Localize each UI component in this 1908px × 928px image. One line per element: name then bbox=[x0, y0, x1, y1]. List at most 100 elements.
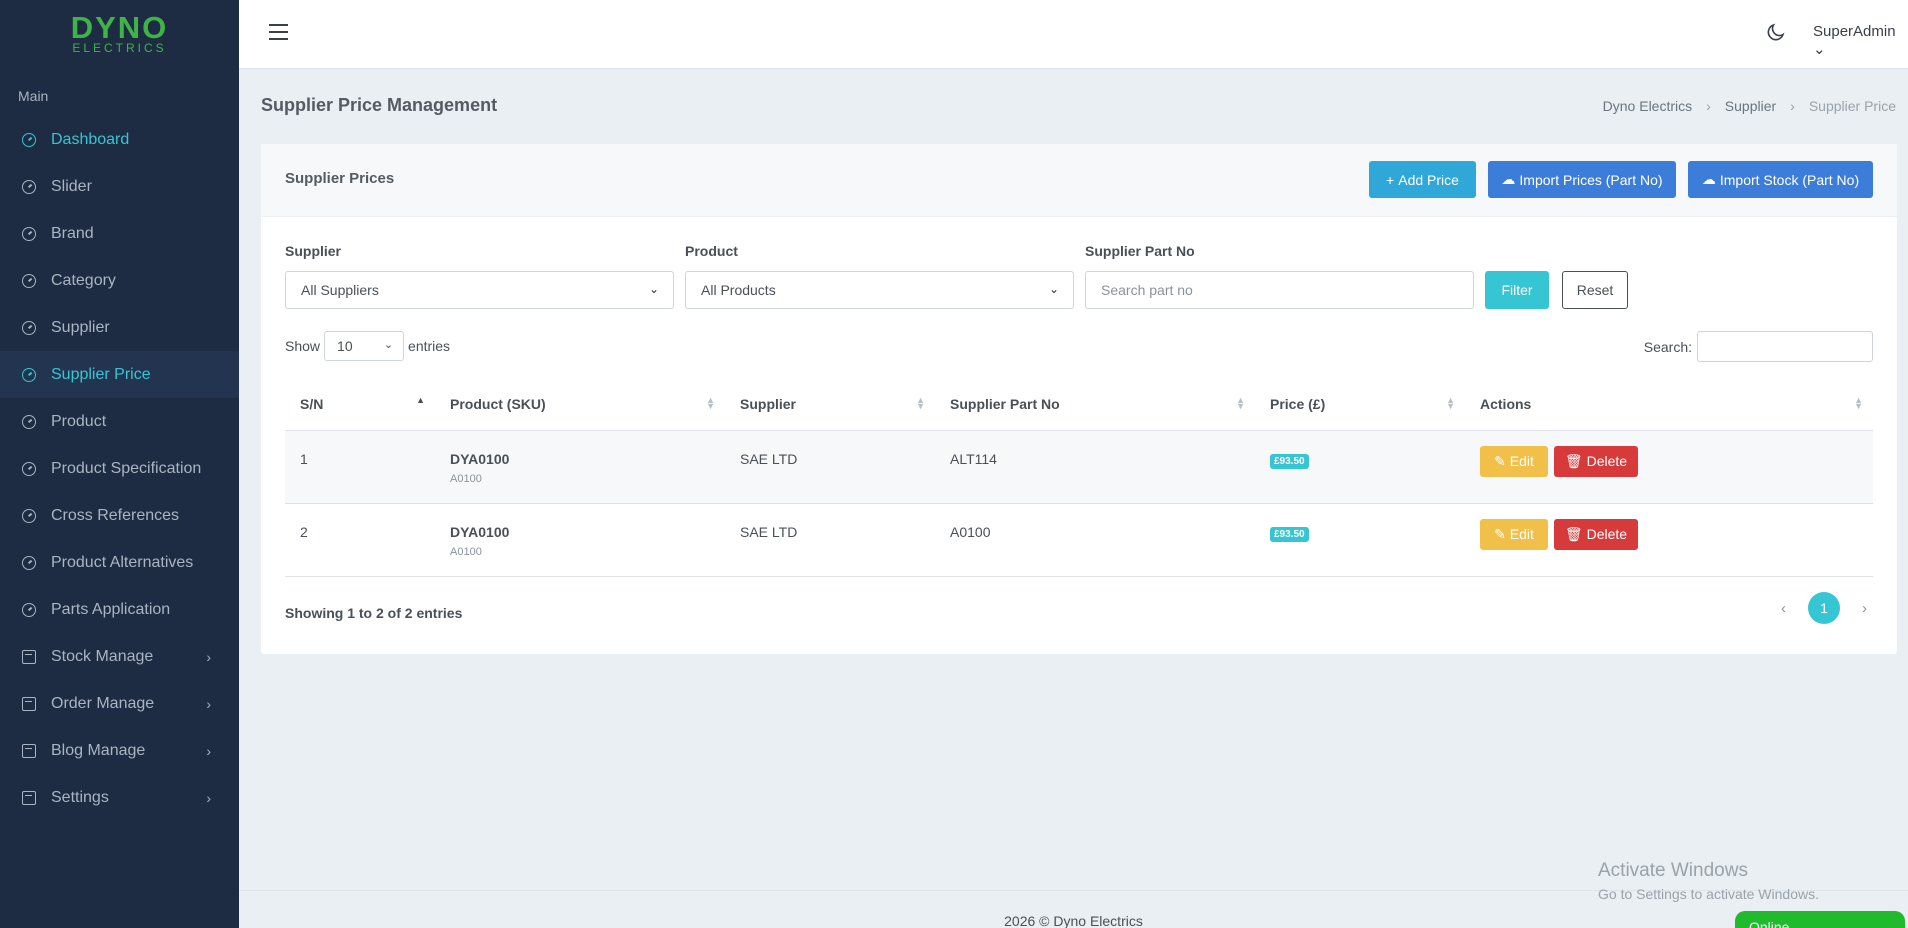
online-status-badge[interactable]: Online bbox=[1735, 911, 1905, 928]
logo-line2: ELECTRICS bbox=[72, 41, 167, 55]
sidebar-item-product-alternatives[interactable]: Product Alternatives bbox=[0, 539, 239, 586]
sidebar-item-brand[interactable]: Brand bbox=[0, 210, 239, 257]
table-search-input[interactable] bbox=[1697, 331, 1873, 362]
logo[interactable]: DYNO ELECTRICS bbox=[0, 0, 239, 68]
column-header-sn[interactable]: S/N ▲ bbox=[285, 378, 435, 431]
supplier-filter-label: Supplier bbox=[285, 243, 342, 259]
sort-icon: ▲ ▼ bbox=[706, 395, 715, 411]
product-select-value: All Products bbox=[701, 282, 776, 298]
table-header-row: S/N ▲ Product (SKU) ▲ ▼ Supplier ▲ ▼ Supplier… bbox=[285, 378, 1873, 431]
button-label: Delete bbox=[1586, 526, 1628, 542]
partno-filter-label: Supplier Part No bbox=[1085, 243, 1195, 259]
column-header-label: Actions bbox=[1480, 395, 1532, 412]
table-row: 2 DYA0100 A0100 SAE LTD A0100 £93.50 ✎ Ed… bbox=[285, 503, 1873, 577]
sidebar-item-supplier[interactable]: Supplier bbox=[0, 304, 239, 351]
cell-product: DYA0100 A0100 bbox=[435, 503, 725, 577]
box-icon bbox=[22, 790, 36, 805]
sort-icon: ▲ ▼ bbox=[1446, 395, 1455, 411]
sidebar-item-parts-application[interactable]: Parts Application bbox=[0, 586, 239, 633]
sidebar-item-label: Supplier Price bbox=[51, 365, 151, 383]
table-search: Search: bbox=[1644, 331, 1873, 362]
cell-actions: ✎ Edit 🗑 Delete bbox=[1465, 503, 1873, 577]
prev-page-button[interactable]: ‹ bbox=[1781, 600, 1786, 617]
column-header-price[interactable]: Price (£) ▲ ▼ bbox=[1255, 378, 1465, 431]
column-header-part-no[interactable]: Supplier Part No ▲ ▼ bbox=[935, 378, 1255, 431]
cell-sn: 2 bbox=[285, 503, 435, 577]
dashboard-icon bbox=[22, 367, 36, 382]
cell-price: £93.50 bbox=[1255, 503, 1465, 577]
sidebar-item-dashboard[interactable]: Dashboard bbox=[0, 116, 239, 163]
dashboard-icon bbox=[22, 602, 36, 617]
page-button-1[interactable]: 1 bbox=[1808, 592, 1840, 624]
button-label: Import Prices (Part No) bbox=[1519, 171, 1663, 188]
menu-icon[interactable] bbox=[269, 24, 288, 40]
sidebar-item-order-manage[interactable]: Order Manage › bbox=[0, 680, 239, 727]
breadcrumb: Dyno Electrics › Supplier › Supplier Pri… bbox=[1603, 98, 1896, 114]
edit-button[interactable]: ✎ Edit bbox=[1480, 445, 1548, 477]
delete-button[interactable]: 🗑 Delete bbox=[1554, 518, 1638, 550]
sidebar-item-settings[interactable]: Settings › bbox=[0, 774, 239, 821]
filter-button[interactable]: Filter bbox=[1485, 271, 1549, 309]
button-label: Delete bbox=[1586, 453, 1628, 469]
supplier-price-table: S/N ▲ Product (SKU) ▲ ▼ Supplier ▲ ▼ Supplier… bbox=[285, 378, 1873, 577]
breadcrumb-item[interactable]: Supplier bbox=[1725, 98, 1776, 114]
search-label: Search: bbox=[1643, 338, 1692, 355]
price-badge: £93.50 bbox=[1270, 453, 1309, 469]
sidebar-item-cross-references[interactable]: Cross References bbox=[0, 492, 239, 539]
partno-search-input[interactable]: Search part no bbox=[1085, 271, 1474, 309]
dashboard-icon bbox=[22, 508, 36, 523]
import-stock-button[interactable]: ☁ Import Stock (Part No) bbox=[1688, 161, 1873, 198]
sort-icon: ▲ ▼ bbox=[1854, 395, 1863, 411]
add-price-button[interactable]: + Add Price bbox=[1369, 161, 1476, 198]
sort-icon: ▲ ▼ bbox=[916, 395, 925, 411]
delete-button[interactable]: 🗑 Delete bbox=[1554, 445, 1638, 477]
cell-supplier: SAE LTD bbox=[725, 430, 935, 504]
entries-length-select[interactable]: 10 ⌄ bbox=[324, 331, 405, 361]
product-select[interactable]: All Products ⌄ bbox=[685, 271, 1074, 309]
reset-button[interactable]: Reset bbox=[1562, 271, 1628, 309]
sidebar-item-supplier-price[interactable]: Supplier Price bbox=[0, 351, 239, 398]
user-name: SuperAdmin bbox=[1813, 23, 1896, 40]
column-header-product[interactable]: Product (SKU) ▲ ▼ bbox=[435, 378, 725, 431]
sidebar-item-stock-manage[interactable]: Stock Manage › bbox=[0, 633, 239, 680]
import-prices-button[interactable]: ☁ Import Prices (Part No) bbox=[1488, 161, 1676, 198]
table-info: Showing 1 to 2 of 2 entries bbox=[285, 605, 463, 621]
moon-icon[interactable] bbox=[1766, 22, 1786, 42]
sidebar-item-blog-manage[interactable]: Blog Manage › bbox=[0, 727, 239, 774]
breadcrumb-current: Supplier Price bbox=[1808, 98, 1896, 114]
column-header-actions[interactable]: Actions ▲ ▼ bbox=[1465, 378, 1873, 431]
show-label: Show bbox=[285, 338, 321, 354]
product-sku: A0100 bbox=[450, 472, 482, 485]
column-header-label: Product (SKU) bbox=[450, 395, 546, 412]
dashboard-icon bbox=[22, 461, 36, 476]
sidebar-item-label: Cross References bbox=[51, 506, 180, 524]
cell-part-no: ALT114 bbox=[935, 430, 1255, 504]
sort-icon: ▲ ▼ bbox=[1236, 395, 1245, 411]
chevron-down-icon: ⌄ bbox=[1813, 41, 1826, 58]
cell-price: £93.50 bbox=[1255, 430, 1465, 504]
supplier-select[interactable]: All Suppliers ⌄ bbox=[285, 271, 674, 309]
button-label: Edit bbox=[1509, 526, 1534, 542]
box-icon bbox=[22, 743, 36, 758]
sidebar-item-product[interactable]: Product bbox=[0, 398, 239, 445]
button-label: Edit bbox=[1509, 453, 1534, 469]
next-page-button[interactable]: › bbox=[1862, 600, 1867, 617]
user-menu[interactable]: SuperAdmin ⌄ bbox=[1813, 23, 1908, 58]
dashboard-icon bbox=[22, 555, 36, 570]
sidebar-item-label: Product bbox=[51, 412, 107, 430]
pencil-icon: ✎ bbox=[1494, 525, 1506, 542]
breadcrumb-item[interactable]: Dyno Electrics bbox=[1603, 98, 1692, 114]
edit-button[interactable]: ✎ Edit bbox=[1480, 518, 1548, 550]
logo-line1: DYNO bbox=[70, 10, 169, 45]
watermark-title: Activate Windows bbox=[1598, 860, 1748, 881]
sidebar-item-slider[interactable]: Slider bbox=[0, 163, 239, 210]
chevron-down-icon: ⌄ bbox=[1048, 282, 1059, 296]
column-header-label: Supplier Part No bbox=[950, 395, 1060, 412]
chevron-right-icon: › bbox=[206, 789, 211, 806]
sidebar-item-product-specification[interactable]: Product Specification bbox=[0, 445, 239, 492]
chevron-down-icon: ⌄ bbox=[648, 282, 659, 296]
chevron-right-icon: › bbox=[206, 695, 211, 712]
column-header-supplier[interactable]: Supplier ▲ ▼ bbox=[725, 378, 935, 431]
dashboard-icon bbox=[22, 179, 36, 194]
sidebar-item-category[interactable]: Category bbox=[0, 257, 239, 304]
